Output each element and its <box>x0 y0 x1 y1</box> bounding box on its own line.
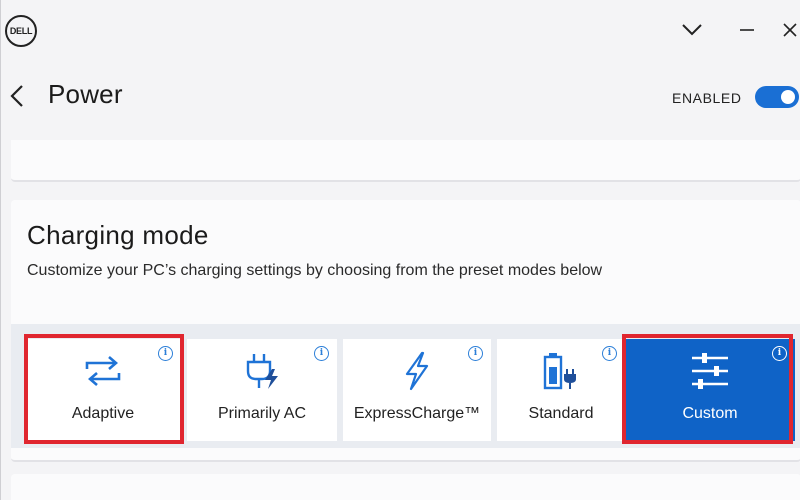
mode-label: Standard <box>528 405 594 422</box>
previous-settings-card <box>11 140 800 182</box>
mode-label: ExpressCharge™ <box>353 405 481 422</box>
page-title: Power <box>48 79 123 109</box>
dell-power-window: DELL Power ENABLED Charging mode Customi… <box>0 0 800 500</box>
mode-label: Custom <box>682 405 738 422</box>
info-icon[interactable]: i <box>314 346 329 361</box>
mode-custom[interactable]: Custom i <box>625 339 795 441</box>
charging-mode-description: Customize your PC’s charging settings by… <box>27 262 603 279</box>
chevron-down-icon[interactable] <box>678 16 706 44</box>
dell-logo: DELL <box>5 15 37 47</box>
chevron-left-icon <box>10 85 23 107</box>
info-icon[interactable]: i <box>602 346 617 361</box>
sliders-icon <box>688 349 732 393</box>
enabled-toggle[interactable] <box>755 86 799 108</box>
lightning-icon <box>395 349 439 393</box>
charging-mode-title: Charging mode <box>27 220 209 250</box>
charging-mode-card: Charging mode Customize your PC’s chargi… <box>11 200 800 462</box>
minimize-icon[interactable] <box>733 16 761 44</box>
info-icon[interactable]: i <box>158 346 173 361</box>
toggle-knob <box>781 90 795 104</box>
enabled-label: ENABLED <box>672 90 742 106</box>
next-settings-card <box>11 474 800 500</box>
info-icon[interactable]: i <box>468 346 483 361</box>
mode-expresscharge[interactable]: ExpressCharge™ i <box>343 339 491 441</box>
mode-label: Primarily AC <box>217 405 306 422</box>
mode-label: Adaptive <box>71 405 135 422</box>
title-bar: DELL <box>1 0 800 62</box>
mode-adaptive[interactable]: Adaptive i <box>25 339 181 441</box>
close-icon[interactable] <box>776 16 800 44</box>
mode-standard[interactable]: Standard i <box>497 339 625 441</box>
mode-primarily-ac[interactable]: Primarily AC i <box>187 339 337 441</box>
back-button[interactable] <box>3 80 31 112</box>
battery-plug-icon <box>539 349 583 393</box>
info-icon[interactable]: i <box>772 346 787 361</box>
plug-charge-icon <box>240 349 284 393</box>
adaptive-sync-icon <box>81 349 125 393</box>
